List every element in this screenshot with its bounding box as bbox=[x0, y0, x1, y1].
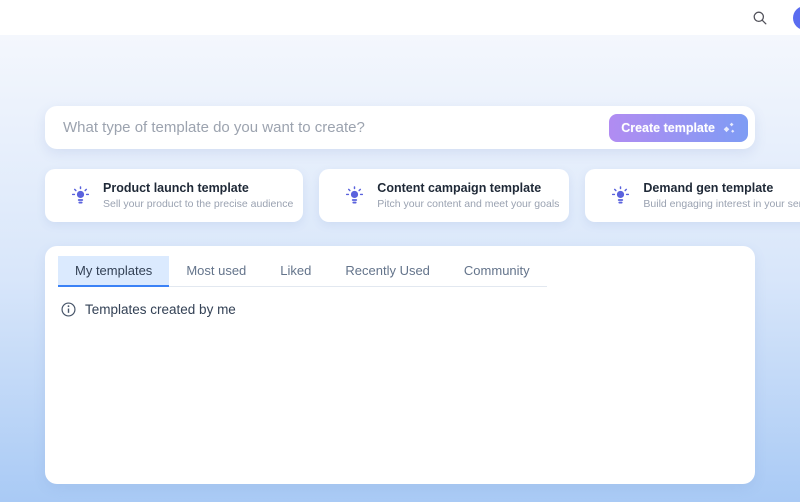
card-subtitle: Build engaging interest in your services bbox=[643, 198, 800, 210]
card-content-campaign-template[interactable]: Content campaign template Pitch your con… bbox=[319, 169, 569, 222]
templates-tab-bar: My templates Most used Liked Recently Us… bbox=[58, 256, 547, 287]
template-suggestion-cards: Product launch template Sell your produc… bbox=[45, 169, 755, 222]
tab-liked[interactable]: Liked bbox=[263, 256, 328, 286]
search-icon bbox=[752, 10, 768, 26]
card-title: Content campaign template bbox=[377, 181, 559, 195]
card-title: Demand gen template bbox=[643, 181, 800, 195]
create-template-button[interactable]: Create template bbox=[609, 114, 748, 142]
card-product-launch-template[interactable]: Product launch template Sell your produc… bbox=[45, 169, 303, 222]
card-demand-gen-template[interactable]: Demand gen template Build engaging inter… bbox=[585, 169, 800, 222]
templates-empty-state: Templates created by me bbox=[61, 302, 742, 317]
lightbulb-icon bbox=[71, 186, 90, 205]
tab-my-templates[interactable]: My templates bbox=[58, 256, 169, 286]
user-avatar[interactable] bbox=[793, 6, 800, 30]
templates-panel: My templates Most used Liked Recently Us… bbox=[45, 246, 755, 484]
card-subtitle: Sell your product to the precise audienc… bbox=[103, 198, 293, 210]
card-subtitle: Pitch your content and meet your goals bbox=[377, 198, 559, 210]
template-dashboard: Create template bbox=[0, 35, 800, 502]
lightbulb-icon bbox=[611, 186, 630, 205]
search-button[interactable] bbox=[750, 8, 770, 28]
tab-community[interactable]: Community bbox=[447, 256, 547, 286]
tab-most-used[interactable]: Most used bbox=[169, 256, 263, 286]
template-prompt-bar: Create template bbox=[45, 106, 755, 149]
tab-recently-used[interactable]: Recently Used bbox=[328, 256, 447, 286]
create-template-label: Create template bbox=[621, 121, 715, 135]
sparkles-icon bbox=[722, 121, 736, 135]
card-title: Product launch template bbox=[103, 181, 293, 195]
templates-empty-message: Templates created by me bbox=[85, 302, 236, 317]
top-bar bbox=[0, 0, 800, 35]
template-prompt-input[interactable] bbox=[63, 119, 609, 136]
info-icon bbox=[61, 302, 76, 317]
lightbulb-icon bbox=[345, 186, 364, 205]
